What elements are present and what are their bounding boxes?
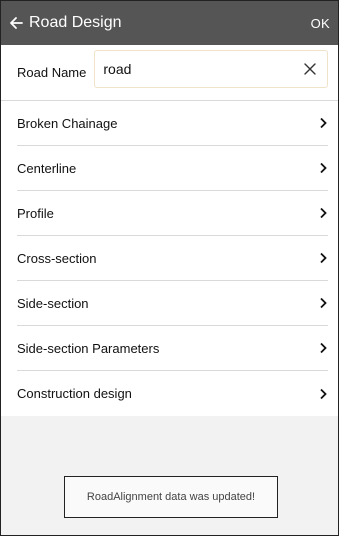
menu-item-side-section[interactable]: Side-section — [17, 281, 328, 326]
settings-panel: Road Name road Broken Chainage Centerlin… — [1, 45, 338, 416]
menu-item-label: Side-section — [17, 295, 89, 311]
chevron-right-icon — [318, 251, 328, 265]
menu-item-centerline[interactable]: Centerline — [17, 146, 328, 191]
app-bar: Road Design OK — [1, 1, 338, 45]
chevron-right-icon — [318, 296, 328, 310]
menu-item-label: Centerline — [17, 160, 77, 176]
menu-item-profile[interactable]: Profile — [17, 191, 328, 236]
chevron-right-icon — [318, 116, 328, 130]
menu-item-side-section-parameters[interactable]: Side-section Parameters — [17, 326, 328, 371]
menu-item-cross-section[interactable]: Cross-section — [17, 236, 328, 281]
back-arrow-icon[interactable] — [7, 14, 25, 32]
chevron-right-icon — [318, 341, 328, 355]
toast-message: RoadAlignment data was updated! — [64, 476, 278, 518]
screen: Road Design OK Road Name road Broken Cha… — [0, 0, 339, 536]
road-name-label: Road Name — [17, 65, 87, 80]
chevron-right-icon — [318, 387, 328, 401]
ok-button[interactable]: OK — [311, 16, 330, 31]
menu-item-label: Cross-section — [17, 250, 97, 266]
road-name-row: Road Name road — [1, 45, 338, 101]
chevron-right-icon — [318, 161, 328, 175]
chevron-right-icon — [318, 206, 328, 220]
menu-item-label: Side-section Parameters — [17, 340, 160, 356]
page-title: Road Design — [29, 14, 122, 31]
menu-item-label: Profile — [17, 205, 54, 221]
menu-item-broken-chainage[interactable]: Broken Chainage — [17, 101, 328, 146]
road-name-value[interactable]: road — [103, 61, 301, 77]
close-icon[interactable] — [301, 60, 319, 78]
road-name-input[interactable]: road — [94, 49, 328, 88]
menu-item-label: Broken Chainage — [17, 115, 118, 131]
menu-item-construction-design[interactable]: Construction design — [17, 371, 328, 416]
menu-item-label: Construction design — [17, 386, 132, 401]
